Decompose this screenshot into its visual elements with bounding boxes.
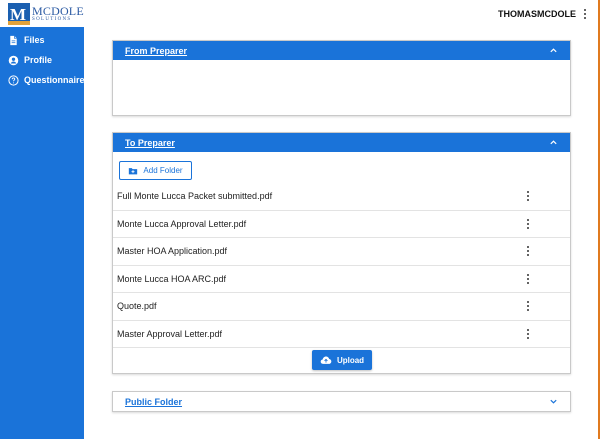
file-name[interactable]: Master Approval Letter.pdf	[117, 329, 222, 339]
chevron-up-icon[interactable]	[549, 138, 558, 147]
app-window: M MCDOLE SOLUTIONS Files Profile Questio…	[0, 0, 598, 439]
panel-title[interactable]: To Preparer	[125, 138, 175, 148]
sidebar-item-questionnaire[interactable]: Questionnaire	[0, 70, 85, 90]
sidebar-item-label: Questionnaire	[24, 75, 85, 85]
panel-title[interactable]: Public Folder	[125, 397, 182, 407]
logo: M MCDOLE SOLUTIONS	[0, 0, 84, 27]
logo-text: MCDOLE	[32, 4, 84, 18]
more-options-icon[interactable]	[524, 328, 532, 340]
list-item[interactable]: Full Monte Lucca Packet submitted.pdf	[113, 183, 570, 211]
panel-to-preparer: To Preparer Add Folder Full Monte Lucca …	[112, 132, 571, 374]
sidebar: M MCDOLE SOLUTIONS Files Profile Questio…	[0, 0, 85, 439]
sidebar-nav: Files Profile Questionnaire	[0, 30, 85, 90]
user-menu-kebab-icon[interactable]	[581, 8, 589, 20]
file-name[interactable]: Full Monte Lucca Packet submitted.pdf	[117, 191, 272, 201]
upload-button[interactable]: Upload	[312, 350, 372, 370]
chevron-up-icon[interactable]	[549, 46, 558, 55]
file-name[interactable]: Monte Lucca HOA ARC.pdf	[117, 274, 226, 284]
list-item[interactable]: Quote.pdf	[113, 293, 570, 321]
username[interactable]: THOMASMCDOLE	[498, 9, 576, 19]
list-item[interactable]: Master HOA Application.pdf	[113, 238, 570, 266]
panel-public-folder: Public Folder	[112, 391, 571, 412]
more-options-icon[interactable]	[524, 190, 532, 202]
panel-title[interactable]: From Preparer	[125, 46, 187, 56]
sidebar-item-label: Files	[24, 35, 45, 45]
list-item[interactable]: Monte Lucca Approval Letter.pdf	[113, 211, 570, 238]
file-name[interactable]: Quote.pdf	[117, 301, 157, 311]
panel-public-folder-header[interactable]: Public Folder	[113, 392, 570, 411]
add-folder-button[interactable]: Add Folder	[119, 161, 192, 180]
sidebar-item-files[interactable]: Files	[0, 30, 84, 50]
add-folder-label: Add Folder	[143, 166, 183, 175]
file-name[interactable]: Master HOA Application.pdf	[117, 246, 227, 256]
logo-wordmark: MCDOLE SOLUTIONS	[32, 5, 84, 22]
list-item[interactable]: Monte Lucca HOA ARC.pdf	[113, 266, 570, 293]
help-circle-icon	[8, 74, 19, 86]
file-icon	[10, 35, 17, 45]
file-name[interactable]: Monte Lucca Approval Letter.pdf	[117, 219, 246, 229]
sidebar-item-label: Profile	[24, 55, 53, 65]
logo-accent-bar	[8, 20, 30, 25]
chevron-down-icon[interactable]	[549, 397, 558, 406]
panel-from-preparer-header[interactable]: From Preparer	[113, 41, 570, 60]
logo-subtext: SOLUTIONS	[32, 17, 72, 22]
add-folder-icon	[129, 167, 138, 174]
file-list: Full Monte Lucca Packet submitted.pdf Mo…	[113, 183, 570, 348]
logo-mark: M	[8, 2, 30, 25]
more-options-icon[interactable]	[524, 300, 532, 312]
more-options-icon[interactable]	[524, 245, 532, 257]
more-options-icon[interactable]	[524, 218, 532, 230]
upload-label: Upload	[336, 355, 365, 365]
more-options-icon[interactable]	[524, 273, 532, 285]
list-item[interactable]: Master Approval Letter.pdf	[113, 321, 570, 348]
panel-from-preparer: From Preparer	[112, 40, 571, 116]
user-circle-icon	[8, 55, 19, 65]
panel-to-preparer-header[interactable]: To Preparer	[113, 133, 570, 152]
cloud-upload-icon	[320, 356, 332, 364]
sidebar-item-profile[interactable]: Profile	[0, 50, 84, 70]
